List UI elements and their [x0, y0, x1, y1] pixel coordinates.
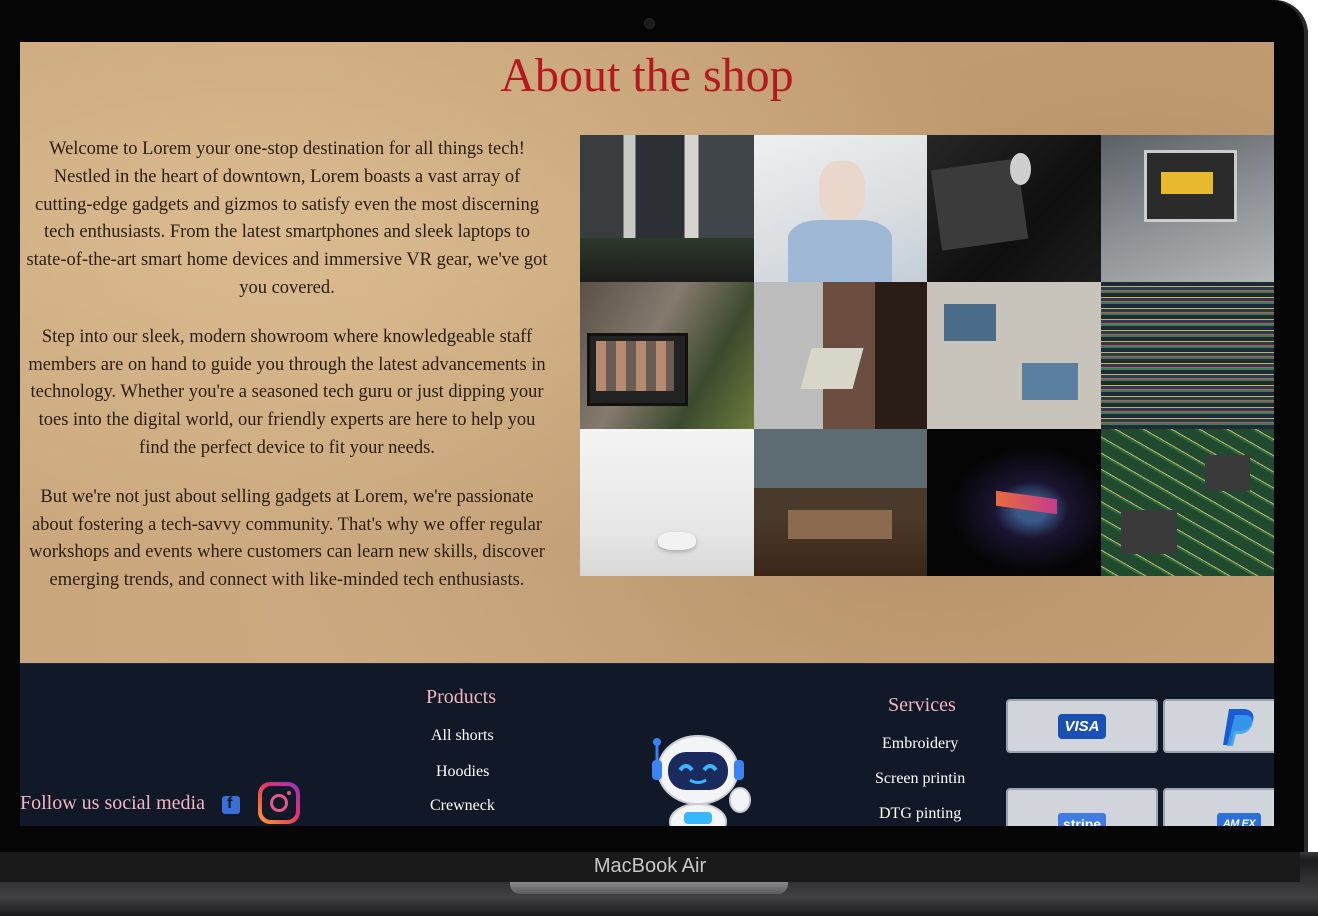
- payment-card-visa: VISA: [1006, 699, 1158, 753]
- stripe-logo-icon: stripe: [1057, 813, 1107, 826]
- products-link-crewneck[interactable]: Crewneck: [430, 797, 495, 815]
- about-description: Welcome to Lorem your one-stop destinati…: [26, 136, 548, 616]
- payment-card-paypal: [1163, 699, 1274, 753]
- laptop-lid: About the shop Welcome to Lorem your one…: [0, 0, 1308, 852]
- visa-logo-icon: VISA: [1058, 713, 1106, 739]
- services-link-dtg-printing[interactable]: DTG pinting: [879, 805, 961, 823]
- gallery-image-woman-laptop: [753, 135, 927, 282]
- instagram-dot: [287, 791, 291, 795]
- social-label: Follow us social media: [20, 792, 205, 814]
- payment-card-stripe: stripe: [1006, 788, 1158, 826]
- gallery-image-laptop-desk: [1100, 135, 1274, 282]
- gallery-image-circuit-board: [1100, 429, 1274, 576]
- products-link-hoodies[interactable]: Hoodies: [436, 763, 489, 781]
- device-brand-label: MacBook Air: [593, 855, 707, 877]
- gallery-image-code-screen: [1100, 282, 1274, 429]
- about-paragraph-3: But we're not just about selling gadgets…: [29, 486, 545, 591]
- amex-logo-icon: AM EX: [1216, 813, 1262, 826]
- services-link-embroidery[interactable]: Embroidery: [882, 735, 958, 753]
- about-title: About the shop: [500, 49, 794, 102]
- about-paragraph-2: Step into our sleek, modern showroom whe…: [28, 326, 546, 458]
- robot-mascot-icon: [652, 735, 751, 826]
- laptop-base: MacBook Air: [0, 852, 1318, 916]
- products-heading: Products: [426, 686, 496, 708]
- payment-card-amex: AM EX: [1163, 788, 1274, 826]
- facebook-icon[interactable]: [222, 795, 240, 814]
- site-footer: Follow us social media Products All shor…: [20, 663, 1274, 826]
- webcam: [644, 18, 655, 29]
- services-heading: Services: [888, 694, 956, 716]
- products-link-all-shorts[interactable]: All shorts: [431, 727, 494, 745]
- services-link-screen-printing[interactable]: Screen printin: [875, 770, 965, 788]
- laptop-hinge: MacBook Air: [0, 852, 1300, 882]
- laptop-notch: [510, 882, 788, 894]
- gallery-image-man-laptop: [753, 282, 927, 429]
- gallery-image-dark-desk: [927, 135, 1101, 282]
- gallery-image-team-table: [927, 282, 1101, 429]
- paypal-icon: [1223, 709, 1254, 746]
- about-section: About the shop Welcome to Lorem your one…: [20, 42, 1274, 663]
- gallery-image-vr-headset: [580, 429, 754, 576]
- gallery-image-video-call: [580, 282, 754, 429]
- about-paragraph-1: Welcome to Lorem your one-stop destinati…: [26, 139, 548, 298]
- gallery-image-office: [580, 135, 754, 282]
- browser-viewport: About the shop Welcome to Lorem your one…: [20, 42, 1274, 826]
- photo-gallery: [580, 135, 1274, 576]
- gallery-image-glowing-laptop: [927, 429, 1101, 576]
- instagram-icon[interactable]: [258, 782, 300, 824]
- gallery-image-cafe-laptop: [753, 429, 927, 576]
